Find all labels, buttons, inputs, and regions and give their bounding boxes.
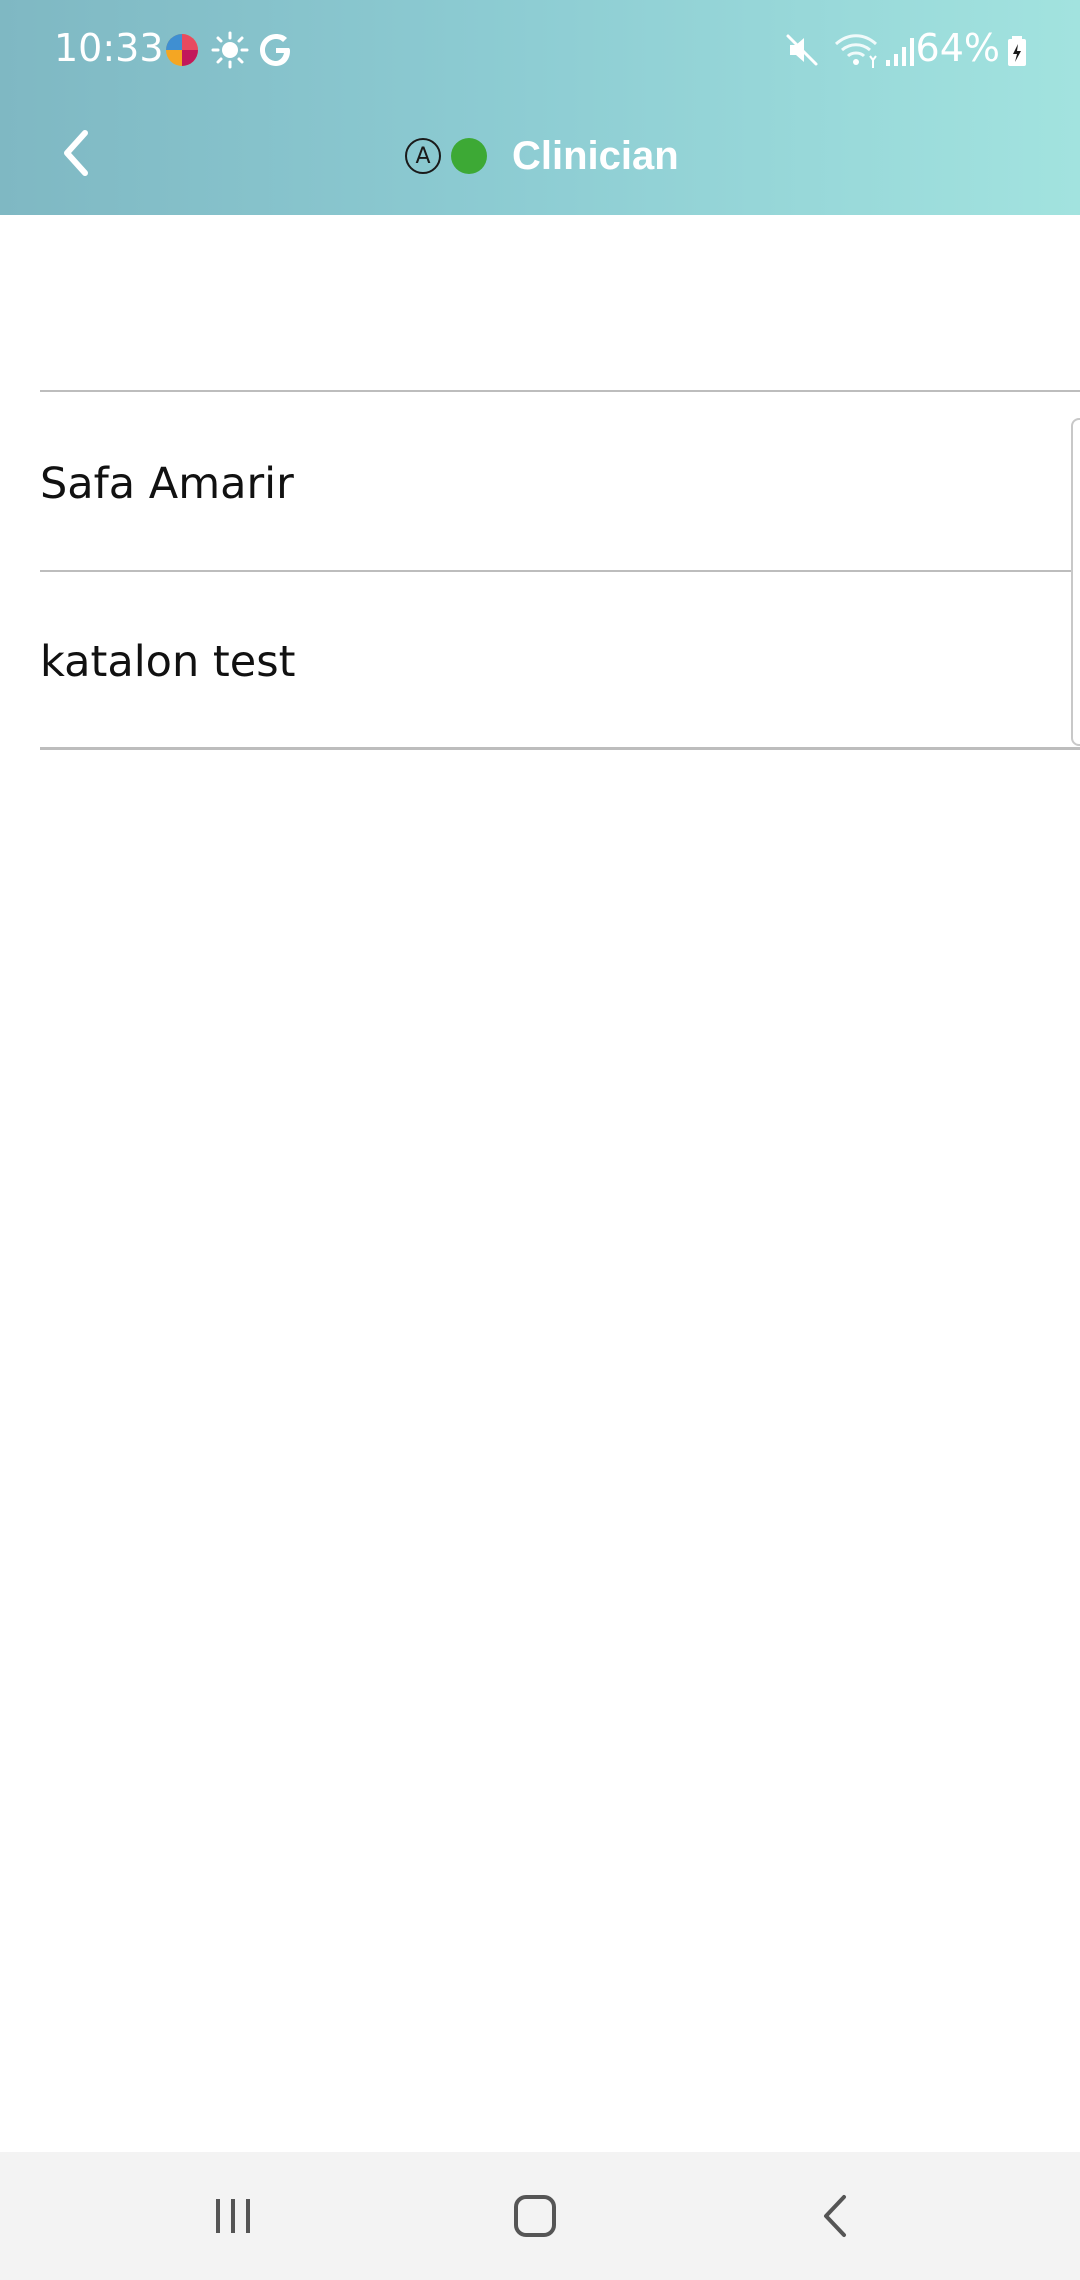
recent-apps-icon: [216, 2199, 250, 2233]
app-bar: A Clinician: [0, 100, 1080, 215]
system-nav-bar: [0, 2152, 1080, 2280]
app-header: 10:33 64% A Clinician: [0, 0, 1080, 215]
battery-percent: 64%: [915, 26, 1000, 70]
scroll-indicator[interactable]: [1071, 418, 1080, 746]
battery-icon: [1005, 30, 1029, 70]
google-g-icon: [256, 30, 296, 70]
back-icon: [824, 2195, 846, 2237]
home-button[interactable]: [495, 2180, 575, 2252]
brightness-icon: [210, 30, 250, 70]
status-bar: 10:33 64%: [0, 0, 1080, 100]
page-title: Clinician: [512, 133, 679, 178]
wifi-icon: [832, 30, 880, 70]
list-item-label: Safa Amarir: [40, 459, 294, 509]
list-item-label: katalon test: [40, 637, 296, 687]
presence-status-dot: [451, 138, 487, 174]
mode-a-icon: A: [405, 138, 441, 174]
chevron-left-icon: [64, 130, 88, 176]
system-back-button[interactable]: [797, 2180, 877, 2252]
title-group: A Clinician: [405, 128, 679, 184]
status-time: 10:33: [54, 26, 164, 70]
back-button[interactable]: [40, 118, 110, 188]
list-item[interactable]: Safa Amarir: [40, 396, 1080, 572]
list-divider: [40, 570, 1080, 572]
multicolor-app-icon: [162, 30, 202, 70]
recent-apps-button[interactable]: [193, 2180, 273, 2252]
list-divider-top: [40, 390, 1080, 392]
mute-icon: [782, 30, 822, 70]
home-icon: [514, 2195, 556, 2237]
list-item[interactable]: katalon test: [40, 574, 1080, 750]
list-divider-bottom: [40, 747, 1080, 750]
